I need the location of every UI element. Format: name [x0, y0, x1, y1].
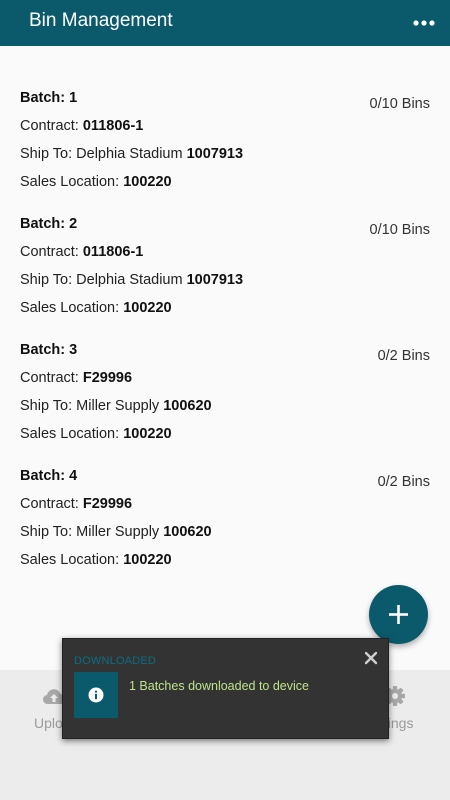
sales-location-label: Sales Location:	[20, 300, 124, 316]
bins-count: 0/10 Bins	[369, 222, 430, 238]
ship-to-label: Ship To:	[20, 272, 77, 288]
toast-title: DOWNLOADED	[74, 655, 157, 667]
more-horizontal-icon[interactable]	[412, 12, 436, 34]
contract-line: Contract: F29996	[20, 496, 132, 512]
ship-to-name: Miller Supply	[76, 524, 164, 540]
bins-count: 0/10 Bins	[369, 96, 430, 112]
batch-card-2[interactable]: Batch: 2 0/10 Bins Contract: 011806-1 Sh…	[20, 216, 430, 328]
sales-location-value: 100220	[123, 426, 172, 442]
contract-label: Contract:	[20, 118, 83, 134]
sales-location-value: 100220	[123, 174, 172, 190]
contract-value: F29996	[82, 370, 133, 386]
batch-title: Batch: 4	[20, 468, 78, 484]
contract-label: Contract:	[20, 370, 83, 386]
download-toast: DOWNLOADED 1 Batches downloaded to devic…	[62, 638, 389, 739]
page-title: Bin Management	[29, 10, 173, 31]
sales-location-label: Sales Location:	[20, 552, 124, 568]
ship-to-label: Ship To:	[20, 146, 77, 162]
contract-line: Contract: F29996	[20, 370, 132, 386]
toast-icon-box	[74, 672, 118, 718]
ship-to-line: Ship To: Delphia Stadium 1007913	[20, 272, 243, 288]
ship-to-label: Ship To:	[20, 524, 77, 540]
plus-icon	[389, 605, 408, 624]
ship-to-label: Ship To:	[20, 398, 77, 414]
bins-count: 0/2 Bins	[377, 474, 430, 490]
bins-count: 0/2 Bins	[377, 348, 430, 364]
ship-to-line: Ship To: Delphia Stadium 1007913	[20, 146, 243, 162]
batch-card-4[interactable]: Batch: 4 0/2 Bins Contract: F29996 Ship …	[20, 468, 430, 580]
app-bar: Bin Management	[0, 0, 450, 46]
ship-to-code: 100620	[163, 398, 212, 414]
ship-to-name: Delphia Stadium	[76, 146, 187, 162]
toast-message: 1 Batches downloaded to device	[129, 679, 309, 693]
nav-upload-label: Uplo	[34, 715, 63, 731]
sales-location-label: Sales Location:	[20, 426, 124, 442]
contract-line: Contract: 011806-1	[20, 244, 143, 260]
close-icon[interactable]	[364, 651, 378, 665]
add-batch-button[interactable]	[369, 585, 428, 644]
ship-to-line: Ship To: Miller Supply 100620	[20, 524, 212, 540]
batch-title: Batch: 3	[20, 342, 78, 358]
batch-list: Batch: 1 0/10 Bins Contract: 011806-1 Sh…	[0, 46, 450, 670]
sales-location-value: 100220	[123, 552, 172, 568]
contract-label: Contract:	[20, 244, 83, 260]
contract-value: 011806-1	[82, 244, 144, 260]
sales-location-line: Sales Location: 100220	[20, 426, 172, 442]
ship-to-code: 1007913	[186, 272, 244, 288]
info-icon	[88, 687, 104, 703]
ship-to-code: 100620	[163, 524, 212, 540]
sales-location-line: Sales Location: 100220	[20, 552, 172, 568]
sales-location-line: Sales Location: 100220	[20, 174, 172, 190]
sales-location-label: Sales Location:	[20, 174, 124, 190]
contract-line: Contract: 011806-1	[20, 118, 143, 134]
batch-title: Batch: 1	[20, 90, 78, 106]
contract-label: Contract:	[20, 496, 83, 512]
ship-to-code: 1007913	[186, 146, 244, 162]
batch-card-1[interactable]: Batch: 1 0/10 Bins Contract: 011806-1 Sh…	[20, 90, 430, 202]
batch-title: Batch: 2	[20, 216, 78, 232]
contract-value: 011806-1	[82, 118, 144, 134]
sales-location-value: 100220	[123, 300, 172, 316]
ship-to-line: Ship To: Miller Supply 100620	[20, 398, 212, 414]
batch-card-3[interactable]: Batch: 3 0/2 Bins Contract: F29996 Ship …	[20, 342, 430, 454]
ship-to-name: Miller Supply	[76, 398, 164, 414]
contract-value: F29996	[82, 496, 133, 512]
ship-to-name: Delphia Stadium	[76, 272, 187, 288]
sales-location-line: Sales Location: 100220	[20, 300, 172, 316]
